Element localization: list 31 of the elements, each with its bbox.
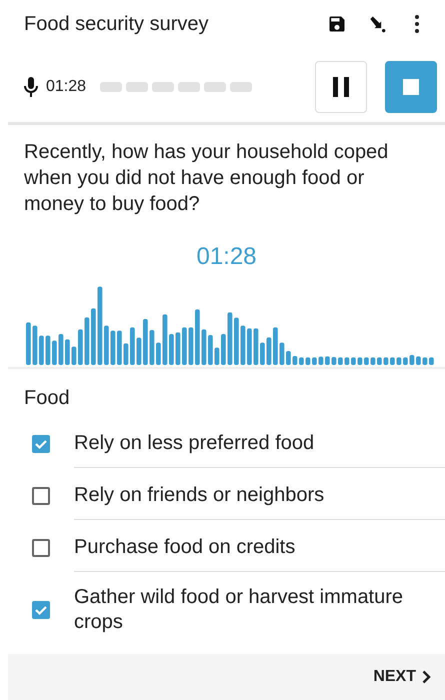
elapsed-timer: 01:28 [195,243,258,271]
chevron-icon [422,670,431,684]
check-icon [34,603,48,617]
app-title: Food security survey [24,12,210,36]
waveform-icon [26,285,436,365]
more-icon [414,14,420,34]
checkbox[interactable] [32,487,50,505]
checkbox[interactable] [32,539,50,557]
option-label: Purchase food on credits [74,524,445,572]
question-text: Recently, how has your household coped when you did not have enough food or money to buy food? [23,140,390,217]
progress-segment [126,82,148,92]
microphone-icon [24,77,38,97]
stop-icon [403,79,419,95]
section-title: Food [23,386,71,411]
progress-segment [100,82,122,92]
pause-icon [333,77,349,97]
option-label: Rely on less preferred food [74,420,445,468]
check-icon [34,437,48,451]
checkbox[interactable] [32,435,50,453]
stop-button[interactable] [385,61,437,113]
progress-segment [204,82,226,92]
progress-segment [230,82,252,92]
option-label: Gather wild food or harvest immature crops [74,585,404,635]
recording-time: 01:28 [46,78,86,96]
save-icon [327,14,347,34]
progress-segment [152,82,174,92]
pause-button[interactable] [315,61,367,113]
checkbox[interactable] [32,601,50,619]
progress-segment [178,82,200,92]
next-button[interactable]: NEXT [367,667,437,687]
option-label: Rely on friends or neighbors [74,472,445,520]
